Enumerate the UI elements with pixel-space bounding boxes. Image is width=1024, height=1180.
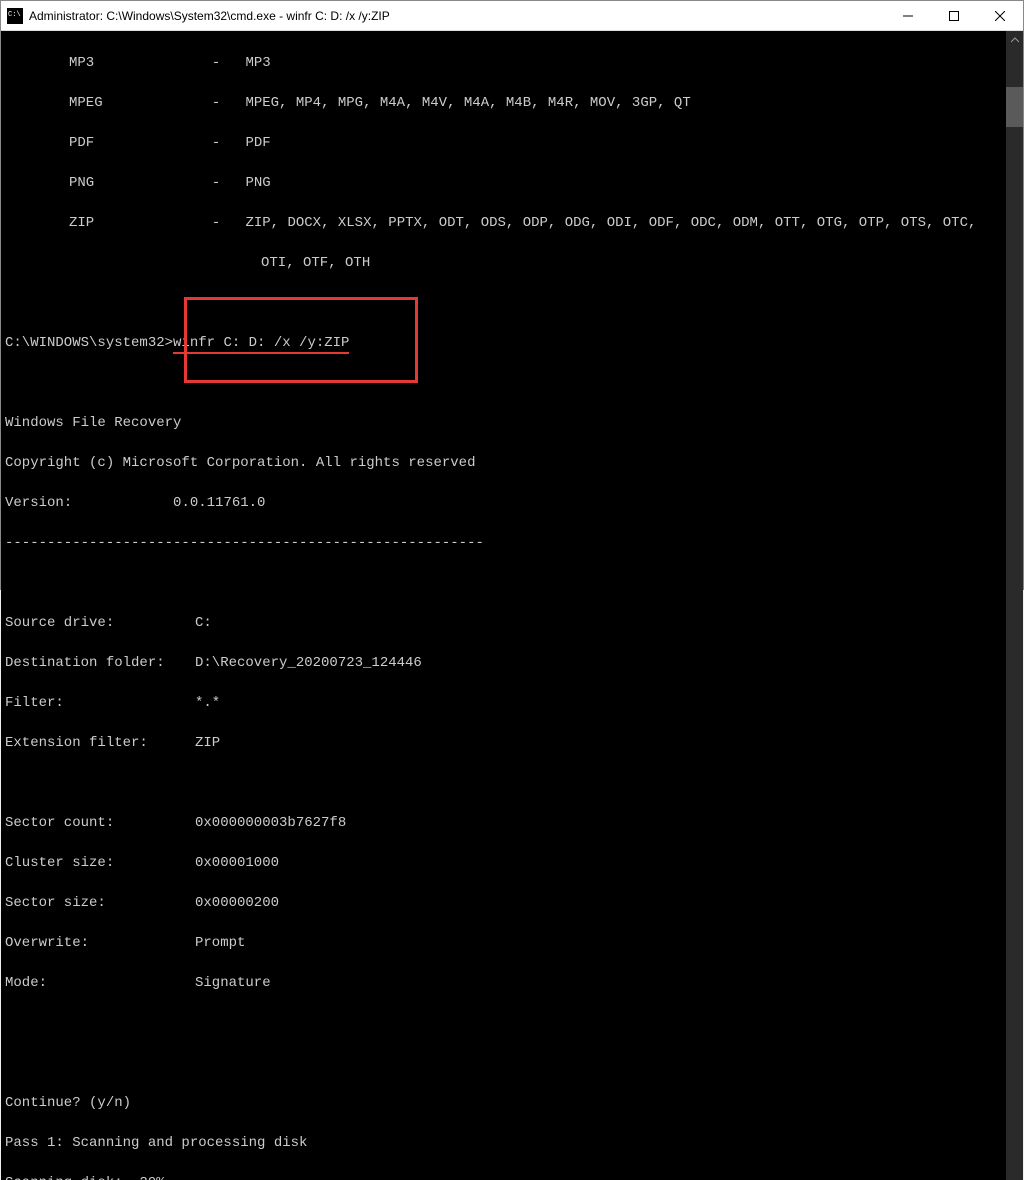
fmt-value-cont: OTI, OTF, OTH (261, 255, 370, 271)
fmt-value: MPEG, MP4, MPG, M4A, M4V, M4A, M4B, M4R,… (245, 95, 690, 111)
window-title: Administrator: C:\Windows\System32\cmd.e… (29, 9, 885, 23)
fmt-sep: - (212, 55, 220, 71)
overwrite-label: Overwrite: (5, 933, 195, 953)
overwrite-value: Prompt (195, 935, 245, 951)
sector-count-label: Sector count: (5, 813, 195, 833)
vertical-scrollbar[interactable] (1006, 31, 1023, 1180)
fmt-label: MP3 (69, 55, 94, 71)
sector-size-label: Sector size: (5, 893, 195, 913)
fmt-label: ZIP (69, 215, 94, 231)
fmt-value: PDF (245, 135, 270, 151)
fmt-sep: - (212, 175, 220, 191)
source-label: Source drive: (5, 613, 195, 633)
scroll-up-icon[interactable] (1006, 31, 1023, 48)
copyright-text: Copyright (c) Microsoft Corporation. All… (5, 453, 1006, 473)
version-value: 0.0.11761.0 (173, 495, 265, 511)
fmt-value: PNG (245, 175, 270, 191)
mode-label: Mode: (5, 973, 195, 993)
mode-value: Signature (195, 975, 271, 991)
sector-count-value: 0x000000003b7627f8 (195, 815, 346, 831)
dest-value: D:\Recovery_20200723_124446 (195, 655, 422, 671)
close-button[interactable] (977, 1, 1023, 31)
cmd-window: Administrator: C:\Windows\System32\cmd.e… (0, 0, 1024, 590)
fmt-label: PDF (69, 135, 94, 151)
fmt-value: MP3 (245, 55, 270, 71)
scroll-thumb[interactable] (1006, 87, 1023, 127)
fmt-sep: - (212, 135, 220, 151)
scanning-status: Scanning disk: 29% (5, 1173, 1006, 1180)
window-controls (885, 1, 1023, 31)
dest-label: Destination folder: (5, 653, 195, 673)
pass-status: Pass 1: Scanning and processing disk (5, 1133, 1006, 1153)
sector-size-value: 0x00000200 (195, 895, 279, 911)
app-name: Windows File Recovery (5, 413, 1006, 433)
fmt-sep: - (212, 215, 220, 231)
terminal-output[interactable]: MP3 - MP3 MPEG - MPEG, MP4, MPG, M4A, M4… (1, 31, 1006, 1180)
titlebar[interactable]: Administrator: C:\Windows\System32\cmd.e… (1, 1, 1023, 31)
fmt-sep: - (212, 95, 220, 111)
source-value: C: (195, 615, 212, 631)
prompt-path: C:\WINDOWS\system32> (5, 335, 173, 351)
cmd-icon (7, 8, 23, 24)
fmt-label: MPEG (69, 95, 103, 111)
filter-label: Filter: (5, 693, 195, 713)
filter-value: *.* (195, 695, 220, 711)
maximize-button[interactable] (931, 1, 977, 31)
fmt-value: ZIP, DOCX, XLSX, PPTX, ODT, ODS, ODP, OD… (245, 215, 976, 231)
version-label: Version: (5, 495, 72, 511)
command-text: winfr C: D: /x /y:ZIP (173, 335, 349, 354)
cluster-size-value: 0x00001000 (195, 855, 279, 871)
ext-value: ZIP (195, 735, 220, 751)
cluster-size-label: Cluster size: (5, 853, 195, 873)
divider: ----------------------------------------… (5, 533, 1006, 553)
minimize-button[interactable] (885, 1, 931, 31)
client-area: MP3 - MP3 MPEG - MPEG, MP4, MPG, M4A, M4… (1, 31, 1023, 1180)
continue-prompt: Continue? (y/n) (5, 1093, 1006, 1113)
fmt-label: PNG (69, 175, 94, 191)
ext-label: Extension filter: (5, 733, 195, 753)
